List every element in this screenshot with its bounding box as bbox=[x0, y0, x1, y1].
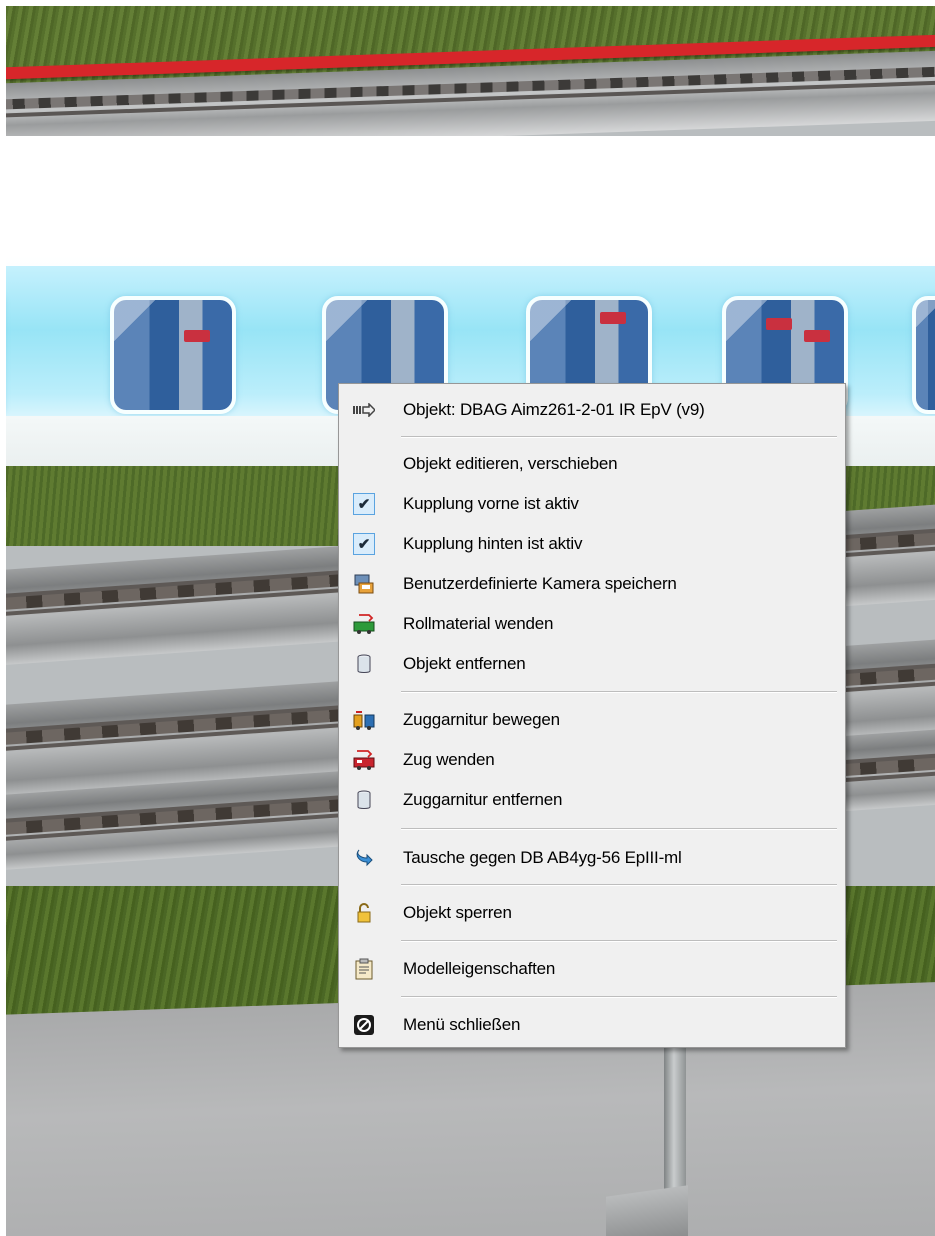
menu-item-edit-move[interactable]: Objekt editieren, verschieben bbox=[339, 445, 845, 483]
menu-separator bbox=[401, 884, 837, 886]
menu-item-label: Zug wenden bbox=[403, 750, 495, 769]
menu-item-label: Objekt entfernen bbox=[403, 654, 526, 673]
menu-item-turn-rollingstock[interactable]: Rollmaterial wenden bbox=[339, 605, 845, 643]
menu-separator bbox=[401, 436, 837, 438]
menu-item-coupling-rear[interactable]: ✔ Kupplung hinten ist aktiv bbox=[339, 525, 845, 563]
menu-item-move-train[interactable]: Zuggarnitur bewegen bbox=[339, 701, 845, 739]
menu-item-label: Rollmaterial wenden bbox=[403, 614, 554, 633]
lamp-pole bbox=[664, 1036, 686, 1196]
railcar-turn-icon bbox=[353, 613, 375, 635]
context-menu: Objekt: DBAG Aimz261-2-01 IR EpV (v9) Ob… bbox=[338, 383, 846, 1048]
trash-bin-icon bbox=[353, 653, 375, 675]
menu-separator bbox=[401, 940, 837, 942]
train-arrow-icon bbox=[353, 399, 375, 421]
menu-separator bbox=[401, 996, 837, 998]
menu-separator bbox=[401, 828, 837, 830]
menu-item-label: Modelleigenschaften bbox=[403, 959, 556, 978]
menu-item-coupling-front[interactable]: ✔ Kupplung vorne ist aktiv bbox=[339, 485, 845, 523]
menu-item-save-camera[interactable]: Benutzerdefinierte Kamera speichern bbox=[339, 565, 845, 603]
train-move-icon bbox=[353, 709, 375, 731]
menu-item-turn-train[interactable]: Zug wenden bbox=[339, 741, 845, 779]
coach-window bbox=[912, 296, 935, 414]
checkmark-icon: ✔ bbox=[353, 493, 375, 515]
menu-item-remove-object[interactable]: Objekt entfernen bbox=[339, 645, 845, 683]
menu-item-label: Menü schließen bbox=[403, 1015, 521, 1034]
padlock-icon bbox=[353, 902, 375, 924]
swap-arrow-icon bbox=[353, 847, 375, 869]
trash-bin-icon bbox=[353, 789, 375, 811]
camera-save-icon bbox=[353, 573, 375, 595]
coach-window bbox=[110, 296, 236, 414]
menu-item-label: Tausche gegen DB AB4yg-56 EpIII-ml bbox=[403, 848, 682, 867]
menu-item-label: Zuggarnitur bewegen bbox=[403, 710, 560, 729]
menu-item-model-properties[interactable]: Modelleigenschaften bbox=[339, 950, 845, 988]
menu-item-remove-train[interactable]: Zuggarnitur entfernen bbox=[339, 781, 845, 819]
menu-item-label: Kupplung vorne ist aktiv bbox=[403, 494, 579, 513]
menu-item-label: Objekt sperren bbox=[403, 903, 512, 922]
checkmark-icon: ✔ bbox=[353, 533, 375, 555]
menu-item-lock-object[interactable]: Objekt sperren bbox=[339, 894, 845, 932]
close-circle-icon bbox=[353, 1014, 375, 1036]
clipboard-icon bbox=[353, 958, 375, 980]
menu-item-label: Objekt: DBAG Aimz261-2-01 IR EpV (v9) bbox=[403, 400, 705, 419]
train-turn-icon bbox=[353, 749, 375, 771]
menu-item-object-info[interactable]: Objekt: DBAG Aimz261-2-01 IR EpV (v9) bbox=[339, 391, 845, 429]
menu-item-label: Benutzerdefinierte Kamera speichern bbox=[403, 574, 677, 593]
menu-item-swap-model[interactable]: Tausche gegen DB AB4yg-56 EpIII-ml bbox=[339, 839, 845, 877]
menu-item-label: Zuggarnitur entfernen bbox=[403, 790, 563, 809]
menu-separator bbox=[401, 691, 837, 693]
menu-item-label: Objekt editieren, verschieben bbox=[403, 454, 618, 473]
menu-item-label: Kupplung hinten ist aktiv bbox=[403, 534, 583, 553]
menu-item-close-menu[interactable]: Menü schließen bbox=[339, 1006, 845, 1044]
